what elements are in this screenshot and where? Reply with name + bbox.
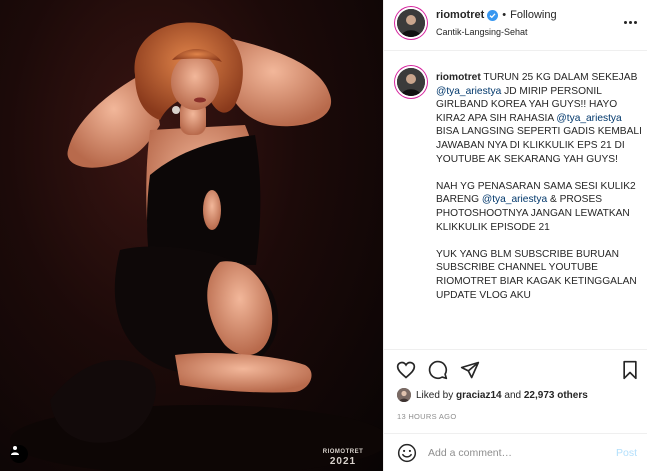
likes-summary: Liked by graciaz14 and 22,973 others <box>397 388 588 402</box>
comment-input[interactable] <box>428 444 598 462</box>
author-avatar[interactable] <box>397 9 425 37</box>
post-comment-button[interactable]: Post <box>616 447 637 459</box>
post-photo[interactable]: RIOMOTRET 2021 <box>0 0 383 471</box>
likes-prefix: Liked by <box>416 389 454 401</box>
post-caption: riomotret TURUN 25 KG DALAM SEKEJAB @tya… <box>384 52 647 350</box>
comment-icon[interactable] <box>428 360 448 380</box>
liker-username[interactable]: graciaz14 <box>456 390 502 401</box>
caption-part: BISA LANGSING SEPERTI GADIS KEMBALI JAWA… <box>436 126 642 165</box>
post-timestamp[interactable]: 13 HOURS AGO <box>397 412 456 421</box>
photo-watermark: RIOMOTRET 2021 <box>318 449 368 467</box>
watermark-year: 2021 <box>329 456 357 467</box>
bookmark-icon[interactable] <box>620 360 640 380</box>
caption-username[interactable]: riomotret <box>436 72 481 83</box>
post-location[interactable]: Cantik-Langsing-Sehat <box>436 27 528 37</box>
liker-avatar[interactable] <box>397 388 411 402</box>
comment-bar: Post <box>384 433 647 471</box>
verified-badge-icon <box>487 9 499 21</box>
likes-joiner: and <box>504 389 522 401</box>
separator-dot: • <box>502 9 507 21</box>
likes-count[interactable]: 22,973 others <box>524 390 588 401</box>
caption-mention[interactable]: @tya_ariestya <box>556 113 621 124</box>
post-side-panel: riomotret • Following Cantik-Langsing-Se… <box>383 0 647 471</box>
heart-icon[interactable] <box>396 360 416 380</box>
caption-author-avatar[interactable] <box>397 68 425 96</box>
watermark-name: RIOMOTRET <box>322 449 364 455</box>
following-button[interactable]: Following <box>510 9 556 21</box>
action-bar <box>384 356 647 386</box>
photo-illustration <box>10 22 383 471</box>
emoji-icon[interactable] <box>397 443 417 463</box>
more-options-icon[interactable] <box>622 17 638 27</box>
caption-text: riomotret TURUN 25 KG DALAM SEKEJAB @tya… <box>436 71 642 302</box>
caption-part: TURUN 25 KG DALAM SEKEJAB <box>483 72 638 83</box>
post-header: riomotret • Following Cantik-Langsing-Se… <box>384 0 647 51</box>
caption-mention[interactable]: @tya_ariestya <box>436 86 501 97</box>
tagged-people-icon[interactable] <box>10 445 28 463</box>
author-username[interactable]: riomotret <box>436 9 484 21</box>
caption-part: YUK YANG BLM SUBSCRIBE BURUAN SUBSCRIBE … <box>436 248 637 301</box>
caption-mention[interactable]: @tya_ariestya <box>482 194 547 205</box>
paper-plane-icon[interactable] <box>460 360 480 380</box>
